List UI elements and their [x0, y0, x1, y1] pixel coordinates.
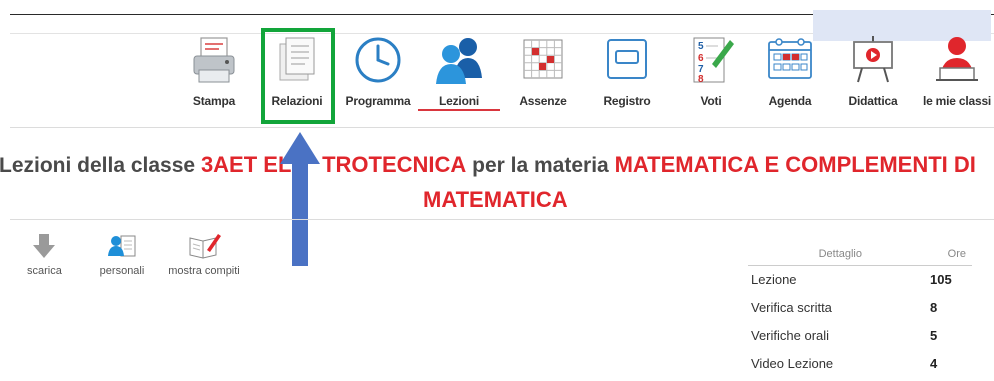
toolbar-label: Assenze	[519, 94, 567, 108]
svg-text:5: 5	[698, 41, 704, 52]
personal-icon	[108, 235, 136, 257]
svg-text:8: 8	[698, 74, 704, 85]
toolbar-item-le-mie-classi[interactable]: le mie classi	[920, 30, 994, 120]
toolbar-item-programma[interactable]: Programma	[345, 30, 411, 120]
main-toolbar: Stampa Relazioni Programma Lezioni Assen…	[0, 30, 994, 120]
toolbar-label: Agenda	[768, 94, 812, 108]
toolbar-label: Lezioni	[439, 94, 479, 108]
subject-name: MATEMATICA E COMPLEMENTI DI	[614, 152, 976, 177]
class-name-rest: TROTECNICA	[322, 152, 467, 177]
title-prefix: Lezioni della classe	[0, 154, 196, 177]
agenda-icon	[768, 38, 812, 79]
users-icon	[436, 38, 482, 84]
summary-row-label: Video Lezione	[751, 356, 834, 371]
summary-row-value: 105	[930, 272, 952, 287]
printer-icon	[193, 37, 235, 83]
toolbar-label: Registro	[603, 94, 651, 108]
action-label: scarica	[27, 265, 62, 277]
col-hours-header: Ore	[947, 248, 966, 260]
toolbar-label: Programma	[345, 94, 411, 108]
title-middle: per la materia	[472, 154, 609, 177]
toolbar-item-agenda[interactable]: Agenda	[757, 30, 823, 120]
hours-summary-table: Dettaglio Ore Lezione 105 Verifica scrit…	[748, 245, 972, 378]
toolbar-item-lezioni[interactable]: Lezioni	[428, 30, 490, 120]
toolbar-item-stampa[interactable]: Stampa	[183, 30, 245, 120]
summary-row: Video Lezione 4	[748, 350, 972, 378]
summary-row: Verifica scritta 8	[748, 294, 972, 322]
highlight-box	[261, 28, 335, 124]
toolbar-item-didattica[interactable]: Didattica	[840, 30, 906, 120]
summary-row-value: 4	[930, 356, 938, 371]
summary-row-value: 8	[930, 300, 938, 315]
grid-calendar-icon	[523, 39, 563, 79]
toolbar-item-registro[interactable]: Registro	[596, 30, 658, 120]
summary-row-value: 5	[930, 328, 938, 343]
toolbar-item-assenze[interactable]: Assenze	[512, 30, 574, 120]
clock-icon	[355, 37, 401, 83]
summary-header: Dettaglio Ore	[748, 245, 972, 266]
toolbar-label: Stampa	[192, 94, 236, 108]
summary-row-label: Lezione	[751, 272, 797, 287]
annotation-arrow-icon	[280, 132, 320, 266]
action-personali[interactable]: personali	[99, 232, 145, 277]
toolbar-item-voti[interactable]: 5 6 7 8 Voti	[680, 30, 742, 120]
toolbar-divider	[10, 127, 994, 128]
action-mostra-compiti[interactable]: mostra compiti	[168, 232, 240, 277]
summary-row-label: Verifiche orali	[751, 328, 830, 343]
toolbar-label: le mie classi	[922, 94, 992, 108]
col-detail-header: Dettaglio	[818, 248, 862, 260]
action-label: mostra compiti	[168, 265, 240, 277]
summary-row-label: Verifica scritta	[751, 300, 832, 315]
heading-divider	[10, 219, 994, 220]
action-scarica[interactable]: scarica	[27, 232, 62, 277]
toolbar-label: Voti	[700, 94, 722, 108]
svg-text:6: 6	[698, 53, 704, 64]
summary-row: Lezione 105	[748, 266, 972, 294]
homework-icon	[189, 234, 221, 259]
download-icon	[33, 234, 55, 258]
subject-name-cont: MATEMATICA	[423, 187, 568, 212]
toolbar-label: Didattica	[848, 94, 898, 108]
grades-icon: 5 6 7 8	[693, 37, 734, 85]
teacher-icon	[936, 37, 978, 81]
summary-row: Verifiche orali 5	[748, 322, 972, 350]
active-tab-indicator	[418, 109, 500, 111]
register-icon	[607, 39, 647, 79]
board-play-icon	[853, 36, 893, 83]
action-label: personali	[99, 265, 145, 277]
